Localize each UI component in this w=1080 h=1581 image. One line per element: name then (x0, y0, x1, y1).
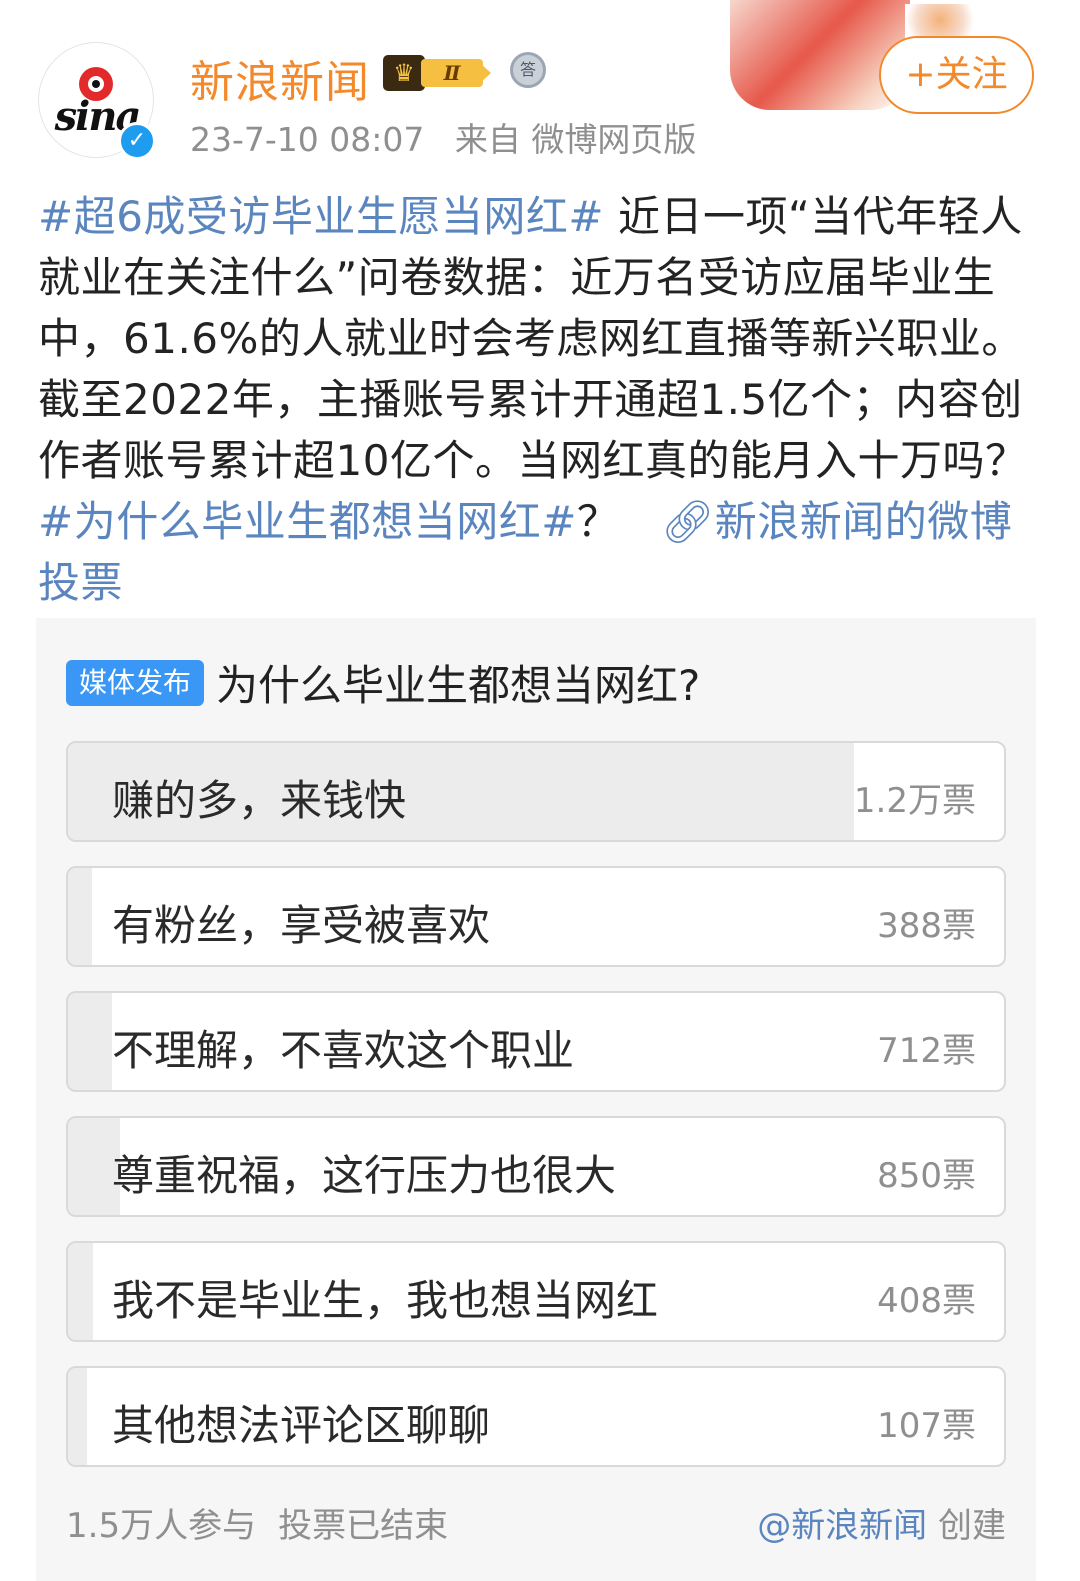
poll-option[interactable]: 有粉丝，享受被喜欢 388票 (66, 866, 1006, 967)
poll-option-count: 712票 (877, 1031, 976, 1071)
poll-option-bar (68, 1243, 94, 1340)
poll-option[interactable]: 尊重祝福，这行压力也很大 850票 (66, 1116, 1006, 1217)
verified-check-icon: ✓ (118, 122, 156, 160)
media-badge: 媒体发布 (66, 660, 204, 706)
hashtag-link[interactable]: #超6成受访毕业生愿当网红# (38, 192, 604, 241)
link-icon: 🔗︎ (660, 497, 715, 546)
hashtag-link[interactable]: #为什么毕业生都想当网红# (38, 497, 577, 546)
poll-option-label: 尊重祝福，这行压力也很大 (112, 1151, 617, 1200)
level-badge: Ⅱ (421, 59, 483, 87)
poll-option-label: 其他想法评论区聊聊 (112, 1401, 491, 1450)
poll-option[interactable]: 我不是毕业生，我也想当网红 408票 (66, 1241, 1006, 1342)
poll-option-label: 赚的多，来钱快 (112, 776, 407, 825)
post-text: ？ (576, 497, 620, 546)
poll-option[interactable]: 不理解，不喜欢这个职业 712票 (66, 991, 1006, 1092)
timestamp: 23-7-10 08:07 (190, 120, 425, 159)
poll-option-label: 我不是毕业生，我也想当网红 (112, 1276, 659, 1325)
member-badge[interactable]: ♛ Ⅱ (383, 55, 495, 91)
poll-participants: 1.5万人参与 (66, 1506, 257, 1546)
account-name[interactable]: 新浪新闻 (190, 46, 370, 110)
poll-option[interactable]: 赚的多，来钱快 1.2万票 (66, 741, 1006, 842)
poll-footer: 1.5万人参与 投票已结束 @新浪新闻 创建 (66, 1498, 1006, 1547)
poll-title: 为什么毕业生都想当网红? (216, 661, 701, 710)
poll-option-label: 不理解，不喜欢这个职业 (112, 1026, 575, 1075)
poll-option-count: 388票 (877, 906, 976, 946)
poll-option-bar (68, 868, 93, 965)
post-body: #超6成受访毕业生愿当网红# 近日一项“当代年轻人就业在关注什么”问卷数据：近万… (38, 186, 1048, 613)
poll-option-count: 850票 (877, 1156, 976, 1196)
post-header: sina ✓ 新浪新闻 ♛ Ⅱ 答 23-7-10 08:07 来自 微博网页版… (0, 0, 1080, 170)
crown-icon: ♛ (383, 55, 425, 91)
medal-icon[interactable]: 答 (510, 52, 546, 88)
poll-option-bar (68, 993, 112, 1090)
post-meta: 23-7-10 08:07 来自 微博网页版 (190, 113, 716, 161)
poll-option-count: 1.2万票 (853, 781, 976, 821)
poll-option-count: 107票 (877, 1406, 976, 1446)
poll-option-count: 408票 (877, 1281, 976, 1321)
poll-option-label: 有粉丝，享受被喜欢 (112, 901, 491, 950)
avatar[interactable]: sina ✓ (38, 42, 156, 160)
follow-button[interactable]: +关注 (879, 36, 1034, 114)
poll-created-label: 创建 (938, 1506, 1006, 1546)
poll-option[interactable]: 其他想法评论区聊聊 107票 (66, 1366, 1006, 1467)
poll-card: 媒体发布 为什么毕业生都想当网红? 赚的多，来钱快 1.2万票 有粉丝，享受被喜… (36, 618, 1036, 1581)
poll-status: 投票已结束 (278, 1506, 449, 1546)
poll-option-bar (68, 1368, 87, 1465)
post-source: 来自 微博网页版 (454, 120, 697, 159)
poll-creator-link[interactable]: @新浪新闻 (757, 1506, 927, 1546)
